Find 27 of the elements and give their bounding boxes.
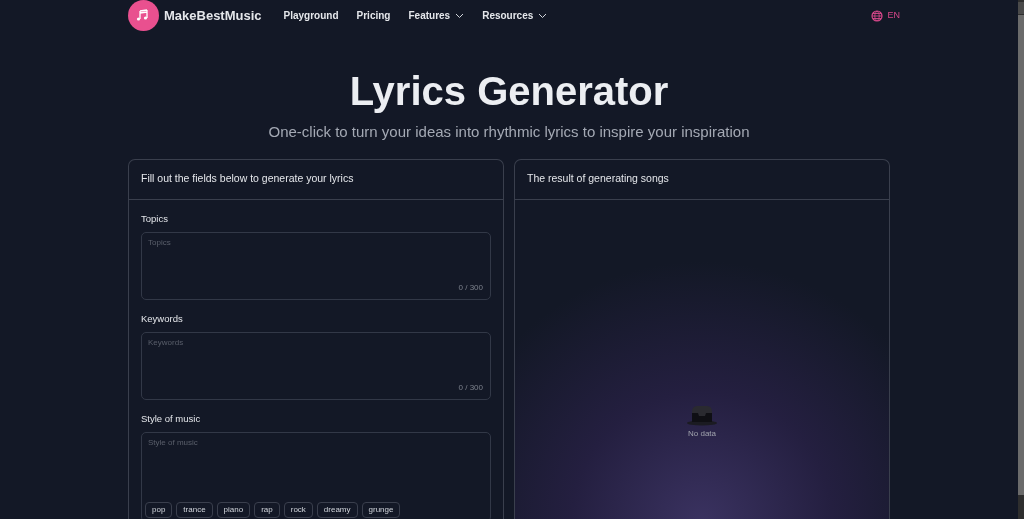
character-counter: 0 / 300 [458,281,483,294]
field-label: Topics [141,211,169,226]
nav-link[interactable]: Playground [283,8,339,23]
style-tag[interactable]: trance [176,502,213,519]
character-counter: 0 / 300 [458,382,483,394]
field-label: Style of music [141,412,202,426]
logo-icon[interactable] [128,0,159,31]
language-selector[interactable]: EN [871,8,900,23]
style-tag[interactable]: rap [254,502,280,519]
globe-icon [871,9,884,22]
nav-link[interactable]: Pricing [356,8,391,23]
card-title: The result of generating songs [527,171,669,187]
field-label: Keywords [141,311,184,326]
scrollbar[interactable] [1018,0,1024,519]
card-title: Fill out the fields below to generate your lyrics [141,171,354,187]
page-subtitle: One-click to turn your ideas into rhythmic lyrics to inspire your inspiration [267,122,751,142]
empty-state-text: No data [688,427,716,440]
style-tag[interactable]: rock [283,502,313,519]
empty-inbox-icon [687,403,717,426]
style-tag[interactable]: grunge [361,502,401,519]
style-tag[interactable]: pop [145,502,173,519]
style-tag[interactable]: dreamy [316,502,358,519]
brand-name[interactable]: MakeBestMusic [164,5,262,26]
style-tag[interactable]: piano [216,502,251,519]
nav-link[interactable]: Features [408,8,465,23]
page-title: Lyrics Generator [348,68,670,115]
nav-link[interactable]: Resources [482,8,548,23]
